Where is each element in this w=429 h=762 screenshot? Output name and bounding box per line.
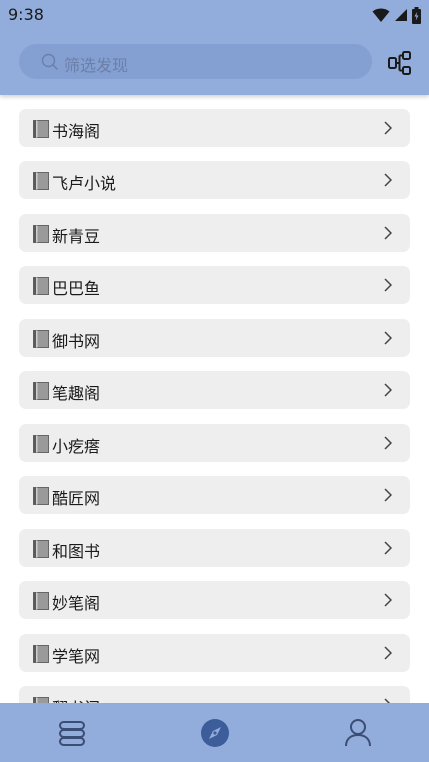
list-item[interactable]: 小疙瘩 bbox=[19, 424, 410, 462]
book-icon bbox=[33, 330, 49, 348]
list-item[interactable]: 和图书 bbox=[19, 529, 410, 567]
chevron-right-icon bbox=[384, 226, 392, 240]
list-item-label: 飞卢小说 bbox=[52, 174, 117, 193]
list-item-label: 翻书阁 bbox=[52, 695, 100, 703]
book-icon bbox=[33, 172, 49, 190]
chevron-right-icon bbox=[384, 436, 392, 450]
list-item[interactable]: 巴巴鱼 bbox=[19, 266, 410, 304]
bookshelf-icon bbox=[58, 720, 85, 746]
list-item-label: 小疙瘩 bbox=[52, 437, 101, 456]
list-item-label: 和图书 bbox=[52, 542, 101, 561]
list-item[interactable]: 新青豆 bbox=[19, 214, 410, 252]
chevron-right-icon bbox=[384, 331, 392, 345]
discover-source-list: 书海阁 飞卢小说 新青豆 巴巴鱼 御书网 笔趣阁 小疙瘩 酷匠网 和图书 妙笔阁… bbox=[0, 95, 429, 703]
list-item[interactable]: 飞卢小说 bbox=[19, 161, 410, 199]
list-item[interactable]: 酷匠网 bbox=[19, 476, 410, 514]
list-item-label: 笔趣阁 bbox=[52, 384, 101, 403]
list-item-label: 学笔网 bbox=[52, 647, 101, 666]
chevron-right-icon bbox=[384, 173, 392, 187]
chevron-right-icon bbox=[384, 593, 392, 607]
chevron-right-icon bbox=[384, 278, 392, 292]
group-filter-button[interactable] bbox=[386, 49, 414, 77]
book-icon bbox=[33, 645, 49, 663]
book-icon bbox=[33, 225, 49, 243]
top-bar: 9:38 筛选发现 bbox=[0, 0, 429, 95]
compass-icon bbox=[200, 718, 229, 747]
search-input[interactable]: 筛选发现 bbox=[19, 44, 372, 79]
search-placeholder: 筛选发现 bbox=[64, 56, 129, 75]
search-icon bbox=[41, 53, 58, 70]
chevron-right-icon bbox=[384, 541, 392, 555]
profile-icon bbox=[344, 718, 371, 746]
chevron-right-icon bbox=[384, 488, 392, 502]
list-item-label: 酷匠网 bbox=[52, 489, 101, 508]
list-item-label: 妙笔阁 bbox=[52, 594, 101, 613]
list-item[interactable]: 翻书阁 bbox=[19, 686, 410, 703]
list-item-label: 巴巴鱼 bbox=[52, 279, 101, 298]
book-icon bbox=[33, 120, 49, 138]
list-item[interactable]: 书海阁 bbox=[19, 109, 410, 147]
list-item-label: 新青豆 bbox=[52, 227, 101, 246]
book-icon bbox=[33, 487, 49, 505]
nav-profile[interactable] bbox=[286, 703, 429, 762]
status-icons bbox=[372, 6, 421, 24]
list-item[interactable]: 御书网 bbox=[19, 319, 410, 357]
nav-bookshelf[interactable] bbox=[0, 703, 143, 762]
list-item-label: 书海阁 bbox=[52, 122, 101, 141]
book-icon bbox=[33, 592, 49, 610]
list-item[interactable]: 妙笔阁 bbox=[19, 581, 410, 619]
book-icon bbox=[33, 277, 49, 295]
list-item[interactable]: 学笔网 bbox=[19, 634, 410, 672]
status-bar: 9:38 bbox=[0, 0, 429, 30]
chevron-right-icon bbox=[384, 646, 392, 660]
signal-icon bbox=[395, 9, 407, 21]
book-icon bbox=[33, 540, 49, 558]
status-time: 9:38 bbox=[8, 5, 44, 24]
wifi-icon bbox=[372, 8, 390, 22]
bottom-navigation bbox=[0, 703, 429, 762]
tree-structure-icon bbox=[388, 51, 411, 75]
book-icon bbox=[33, 382, 49, 400]
list-item[interactable]: 笔趣阁 bbox=[19, 371, 410, 409]
nav-discover[interactable] bbox=[143, 703, 286, 762]
battery-icon bbox=[412, 6, 421, 24]
book-icon bbox=[33, 435, 49, 453]
chevron-right-icon bbox=[384, 383, 392, 397]
chevron-right-icon bbox=[384, 121, 392, 135]
list-item-label: 御书网 bbox=[52, 332, 101, 351]
